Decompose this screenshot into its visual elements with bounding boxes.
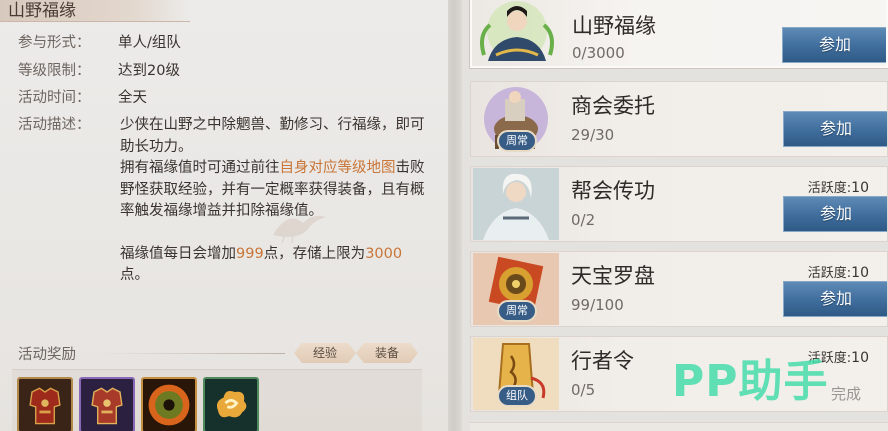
activity-progress: 0/5 [571, 381, 596, 399]
activity-name: 行者令 [571, 349, 634, 373]
badge-team: 组队 [497, 385, 537, 407]
activity-card-0[interactable]: 山野福缘 0/3000 参加 [470, 0, 888, 68]
reward-jade-disc[interactable] [141, 377, 197, 431]
completed-status: 完成 [830, 385, 861, 403]
activity-time-value: 全天 [118, 90, 147, 106]
panel-divider [448, 0, 462, 431]
description-label: 活动描述： [18, 117, 91, 133]
armor-red-icon [19, 379, 71, 431]
cloud-charm-icon [205, 379, 257, 431]
armor-purple-icon [81, 379, 133, 431]
level-limit-label: 等级限制： [18, 63, 91, 79]
reward-label: 活动奖励 [18, 347, 76, 363]
activity-time-label: 活动时间： [18, 90, 91, 106]
activity-card-3[interactable]: 周常 活跃度:10 天宝罗盘 99/100 参加 [470, 251, 888, 327]
participation-value: 单人/组队 [118, 35, 181, 51]
description-text: 少侠在山野之中除魍兽、勤修习、行福缘，即可助长功力。 拥有福缘值时可通过前往自身… [120, 115, 426, 287]
activity-card-2[interactable]: 活跃度:10 帮会传功 0/2 参加 [470, 166, 888, 242]
activity-name: 天宝罗盘 [571, 264, 655, 288]
white-haired-master-icon [473, 168, 559, 240]
detail-title: 山野福缘 [8, 1, 76, 21]
activity-points: 活跃度:10 [807, 265, 869, 281]
participation-label: 参与形式： [18, 35, 91, 51]
jade-disc-icon [143, 379, 195, 431]
detail-title-bar: 山野福缘 [0, 0, 190, 22]
activity-name: 帮会传功 [571, 179, 655, 203]
reward-armor-red[interactable] [17, 377, 73, 431]
description-paragraph-1: 少侠在山野之中除魍兽、勤修习、行福缘，即可助长功力。 [120, 117, 425, 155]
description-paragraph-2: 拥有福缘值时可通过前往自身对应等级地图击败野怪获取经验，并有一定概率获得装备，且… [120, 160, 425, 219]
badge-weekly: 周常 [497, 300, 537, 322]
join-button[interactable]: 参加 [783, 196, 887, 232]
portrait-meditating-hero [474, 0, 560, 67]
badge-weekly: 周常 [497, 130, 537, 152]
activity-card-1[interactable]: 周常 商会委托 29/30 参加 [470, 81, 888, 157]
activity-name: 商会委托 [571, 94, 655, 118]
activity-progress: 0/2 [571, 211, 596, 229]
join-button[interactable]: 参加 [783, 281, 887, 317]
activity-progress: 0/3000 [572, 44, 625, 62]
activity-progress: 99/100 [571, 296, 624, 314]
join-button[interactable]: 参加 [782, 27, 886, 63]
description-paragraph-3: 福缘值每日会增加999点，存储上限为3000点。 [120, 245, 403, 284]
level-limit-value: 达到20级 [118, 63, 180, 79]
activity-progress: 29/30 [571, 126, 615, 144]
join-button[interactable]: 参加 [783, 111, 887, 147]
activity-points: 活跃度:10 [807, 180, 869, 196]
activity-name: 山野福缘 [572, 14, 656, 38]
reward-armor-purple[interactable] [79, 377, 135, 431]
activity-detail-panel: 山野福缘 参与形式： 单人/组队 等级限制： 达到20级 活动时间： 全天 活动… [0, 0, 448, 431]
reward-cloud-charm[interactable] [203, 377, 259, 431]
watermark-logo: PP助手 [672, 356, 829, 407]
tag-equipment: 装备 [356, 343, 418, 363]
portrait-white-haired-master [473, 168, 559, 240]
tag-experience: 经验 [294, 343, 356, 363]
reward-divider [100, 353, 285, 354]
meditating-hero-icon [480, 1, 554, 61]
activity-card-partial [470, 422, 888, 431]
